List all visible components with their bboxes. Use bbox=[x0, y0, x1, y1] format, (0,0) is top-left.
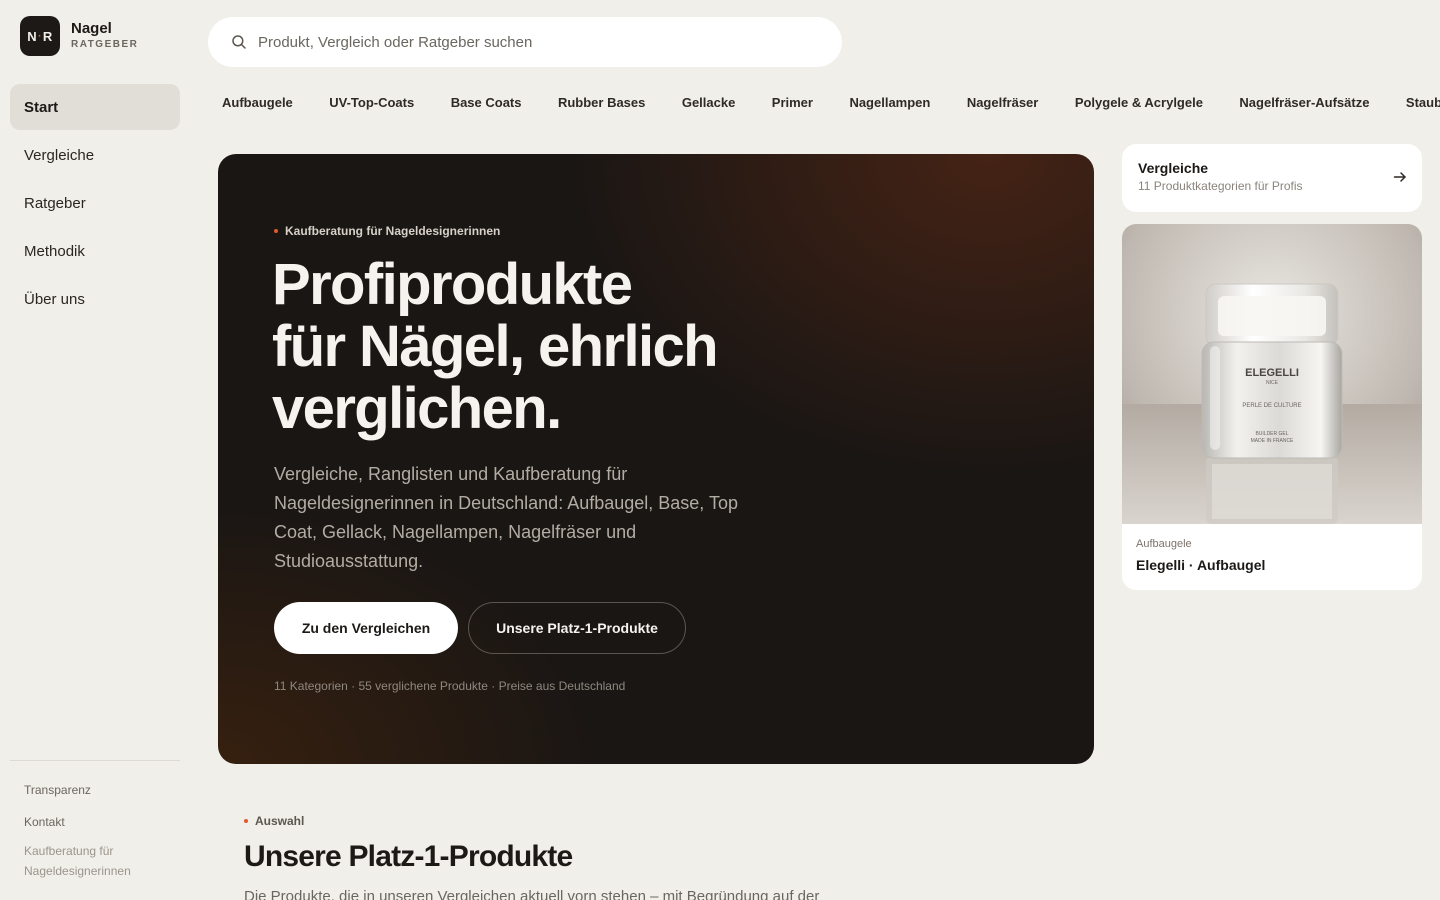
accent-dot bbox=[274, 229, 278, 233]
hero-meta: 11 Kategorien · 55 verglichene Produkte … bbox=[274, 679, 626, 693]
section-eyebrow-text: Auswahl bbox=[255, 814, 305, 828]
product-name: Elegelli · Aufbaugel bbox=[1136, 557, 1266, 573]
nav-item-start[interactable]: Start bbox=[10, 84, 180, 130]
hero-title: Profiprodukte für Nägel, ehrlich verglic… bbox=[272, 254, 832, 440]
search-icon bbox=[232, 35, 246, 49]
sidebar: N · R Nagel RATGEBER Start Vergleiche Ratg… bbox=[0, 0, 190, 900]
jar-brand-label: ELEGELLI bbox=[1245, 367, 1299, 379]
nav-item-vergleiche[interactable]: Vergleiche bbox=[10, 132, 180, 178]
logo-dot: · bbox=[38, 30, 42, 42]
category-nagellampen[interactable]: Nagellampen bbox=[849, 95, 930, 110]
category-uv-top-coats[interactable]: UV-Top-Coats bbox=[329, 95, 414, 110]
contact-link[interactable]: Kontakt bbox=[24, 815, 174, 829]
category-base-coats[interactable]: Base Coats bbox=[451, 95, 522, 110]
category-aufbaugele[interactable]: Aufbaugele bbox=[222, 95, 293, 110]
category-primer[interactable]: Primer bbox=[772, 95, 813, 110]
to-comparisons-button[interactable]: Zu den Vergleichen bbox=[274, 602, 458, 654]
logo-letter-left: N bbox=[27, 28, 38, 44]
brand[interactable]: N · R Nagel RATGEBER bbox=[20, 16, 138, 56]
search-input[interactable] bbox=[258, 33, 798, 51]
accent-dot bbox=[244, 819, 248, 823]
nav-item-label: Methodik bbox=[24, 242, 85, 260]
product-category: Aufbaugele bbox=[1136, 538, 1192, 550]
category-staubabsaugung[interactable]: Staubabs bbox=[1406, 95, 1440, 110]
section-eyebrow: Auswahl bbox=[244, 814, 304, 828]
jar-type-label: BUILDER GEL bbox=[1255, 431, 1288, 437]
arrow-right-icon bbox=[1393, 172, 1406, 182]
category-nagelfraeser-aufsaetze[interactable]: Nagelfräser-Aufsätze bbox=[1239, 95, 1369, 110]
comparisons-card[interactable]: Vergleiche 11 Produktkategorien für Prof… bbox=[1122, 144, 1422, 212]
hero-section: Kaufberatung für Nageldesignerinnen Prof… bbox=[218, 154, 1094, 764]
hero-eyebrow: Kaufberatung für Nageldesignerinnen bbox=[274, 224, 500, 238]
hero-title-line: für Nägel, ehrlich bbox=[272, 314, 719, 379]
nav-item-ratgeber[interactable]: Ratgeber bbox=[10, 180, 180, 226]
jar-city-label: NICE bbox=[1266, 380, 1279, 386]
search-bar[interactable] bbox=[208, 17, 842, 67]
brand-logo: N · R bbox=[20, 16, 60, 56]
comparisons-card-title: Vergleiche bbox=[1138, 160, 1209, 176]
category-nagelfraeser[interactable]: Nagelfräser bbox=[967, 95, 1039, 110]
nav-item-label: Über uns bbox=[24, 290, 85, 308]
hero-title-line: verglichen. bbox=[272, 376, 562, 441]
category-polygele-acrylgele[interactable]: Polygele & Acrylgele bbox=[1075, 95, 1203, 110]
hero-title-line: Profiprodukte bbox=[272, 252, 633, 317]
sidebar-divider bbox=[10, 760, 180, 761]
hero-description: Vergleiche, Ranglisten und Kaufberatung … bbox=[274, 464, 739, 571]
nav-item-ueber-uns[interactable]: Über uns bbox=[10, 276, 180, 322]
sidebar-footer: Transparenz Kontakt Kaufberatung für Nag… bbox=[24, 783, 174, 881]
main-nav: Start Vergleiche Ratgeber Methodik Über … bbox=[10, 84, 180, 324]
section-description: Die Produkte, die in unseren Vergleichen… bbox=[244, 888, 820, 900]
logo-letter-right: R bbox=[42, 28, 53, 44]
jar-line-label: PERLE DE CULTURE bbox=[1242, 403, 1301, 409]
category-bar: Aufbaugele UV-Top-Coats Base Coats Rubbe… bbox=[222, 94, 1440, 114]
nav-item-methodik[interactable]: Methodik bbox=[10, 228, 180, 274]
category-gellacke[interactable]: Gellacke bbox=[682, 95, 736, 110]
comparisons-card-subtitle: 11 Produktkategorien für Profis bbox=[1138, 179, 1303, 193]
sidebar-note: Kaufberatung für Nageldesignerinnen bbox=[24, 844, 131, 878]
transparency-link[interactable]: Transparenz bbox=[24, 783, 174, 797]
product-card[interactable]: ELEGELLI NICE PERLE DE CULTURE BUILDER G… bbox=[1122, 224, 1422, 590]
product-image: ELEGELLI NICE PERLE DE CULTURE BUILDER G… bbox=[1122, 224, 1422, 524]
brand-name: Nagel bbox=[71, 20, 112, 37]
jar-origin-label: MADE IN FRANCE bbox=[1251, 438, 1294, 444]
nav-item-label: Start bbox=[24, 98, 59, 116]
section-title: Unsere Platz-1-Produkte bbox=[244, 840, 573, 873]
brand-text: Nagel RATGEBER bbox=[71, 20, 138, 52]
hero-eyebrow-text: Kaufberatung für Nageldesignerinnen bbox=[285, 224, 501, 238]
brand-subtitle: RATGEBER bbox=[71, 39, 139, 50]
category-rubber-bases[interactable]: Rubber Bases bbox=[558, 95, 645, 110]
top-products-button[interactable]: Unsere Platz-1-Produkte bbox=[468, 602, 686, 654]
nav-item-label: Vergleiche bbox=[24, 146, 95, 164]
nav-item-label: Ratgeber bbox=[24, 194, 86, 212]
